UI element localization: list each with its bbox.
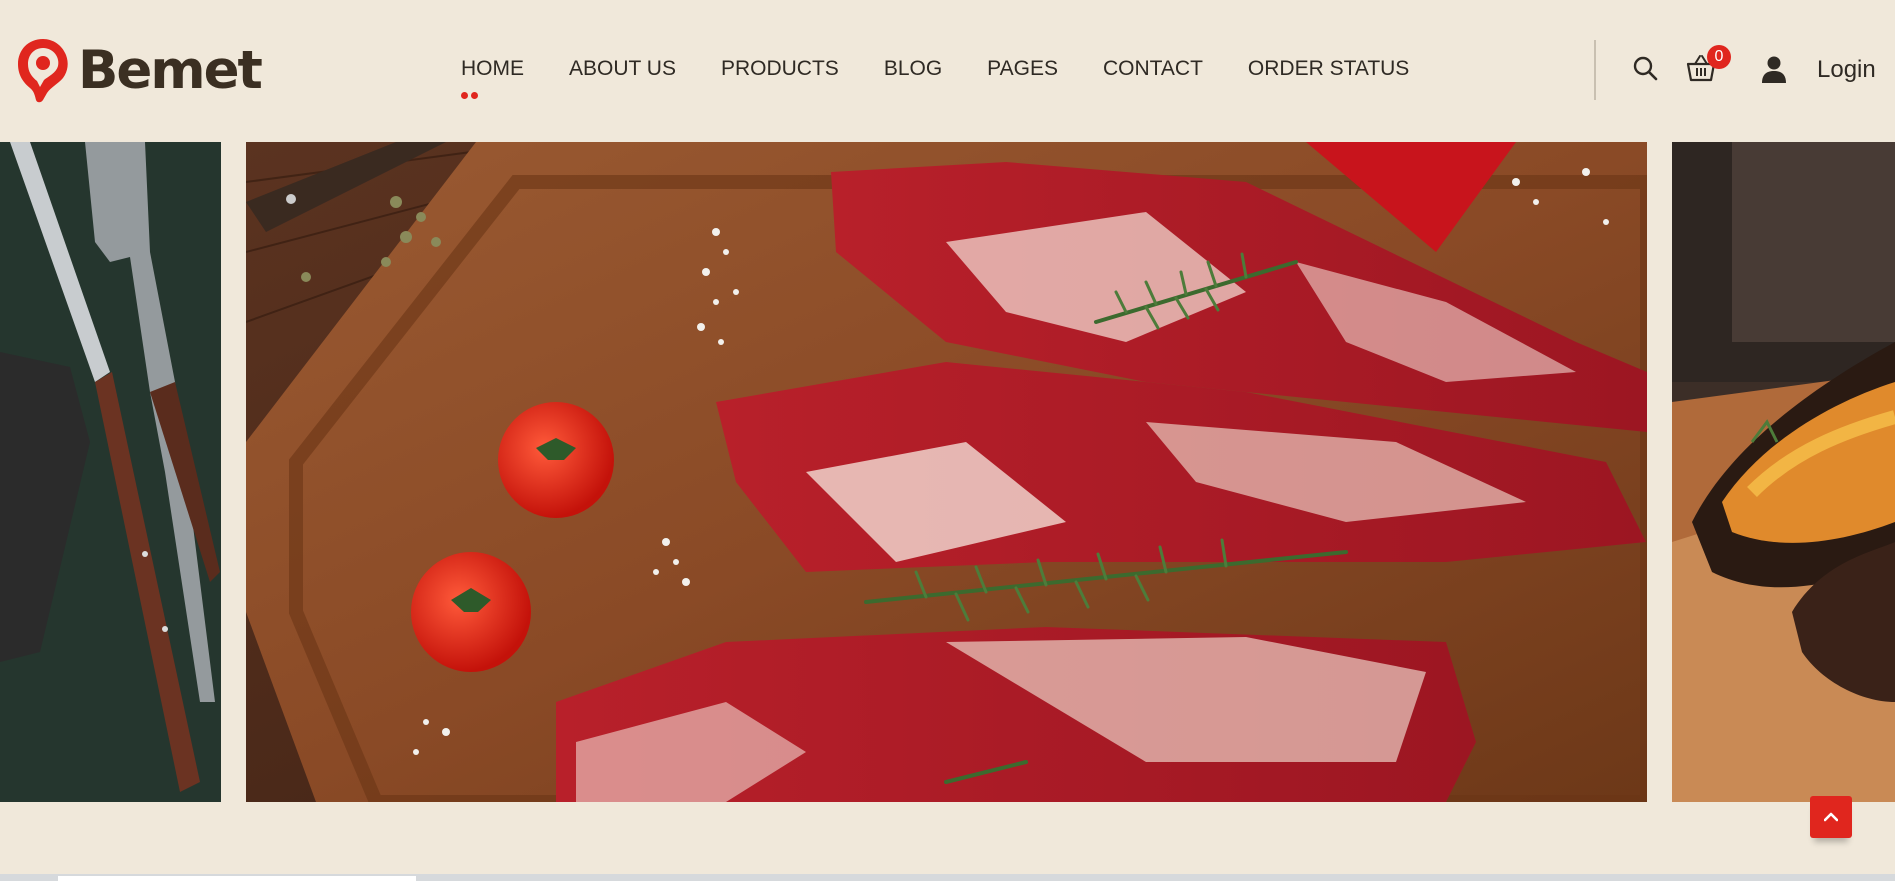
nav-item-order-status[interactable]: ORDER STATUS <box>1248 56 1409 82</box>
bottom-strip <box>0 874 1895 881</box>
site-header: Bemet HOME ABOUT US PRODUCTS BLOG PAGES … <box>0 0 1895 142</box>
bottom-strip-panel <box>58 876 416 881</box>
brand-name: Bemet <box>78 39 263 101</box>
grilled-food-image <box>1672 142 1895 802</box>
nav-item-products[interactable]: PRODUCTS <box>721 56 839 82</box>
nav-label: HOME <box>461 57 524 80</box>
nav-item-pages[interactable]: PAGES <box>987 56 1058 82</box>
scroll-to-top-button[interactable] <box>1810 796 1852 838</box>
nav-label: BLOG <box>883 57 943 80</box>
slide-gap <box>1647 142 1672 802</box>
knife-fork-image <box>0 142 221 802</box>
user-icon[interactable] <box>1762 56 1786 83</box>
main-nav: HOME ABOUT US PRODUCTS BLOG PAGES CONTAC… <box>461 56 1454 99</box>
nav-item-contact[interactable]: CONTACT <box>1103 56 1203 82</box>
nav-label: PRODUCTS <box>720 57 839 80</box>
nav-label: PAGES <box>987 57 1058 80</box>
search-icon[interactable] <box>1632 55 1658 81</box>
nav-item-blog[interactable]: BLOG <box>884 56 942 82</box>
login-link[interactable]: Login <box>1817 56 1876 84</box>
cart-count-badge: 0 <box>1707 45 1731 69</box>
logo-mark-icon <box>18 39 68 103</box>
slide-prev[interactable] <box>0 142 221 802</box>
slide-next[interactable] <box>1672 142 1895 802</box>
nav-label: ORDER STATUS <box>1247 57 1410 80</box>
slide-gap <box>221 142 246 802</box>
hero-slider[interactable] <box>0 142 1895 802</box>
active-indicator <box>461 92 478 99</box>
nav-label: CONTACT <box>1102 57 1203 80</box>
nav-item-about-us[interactable]: ABOUT US <box>569 56 676 82</box>
header-divider <box>1594 40 1596 100</box>
steaks-image <box>246 142 1647 802</box>
chevron-up-icon <box>1824 812 1838 822</box>
nav-item-home[interactable]: HOME <box>461 56 524 99</box>
brand-logo[interactable]: Bemet <box>14 36 263 104</box>
slide-current[interactable] <box>246 142 1647 802</box>
nav-label: ABOUT US <box>569 57 676 80</box>
